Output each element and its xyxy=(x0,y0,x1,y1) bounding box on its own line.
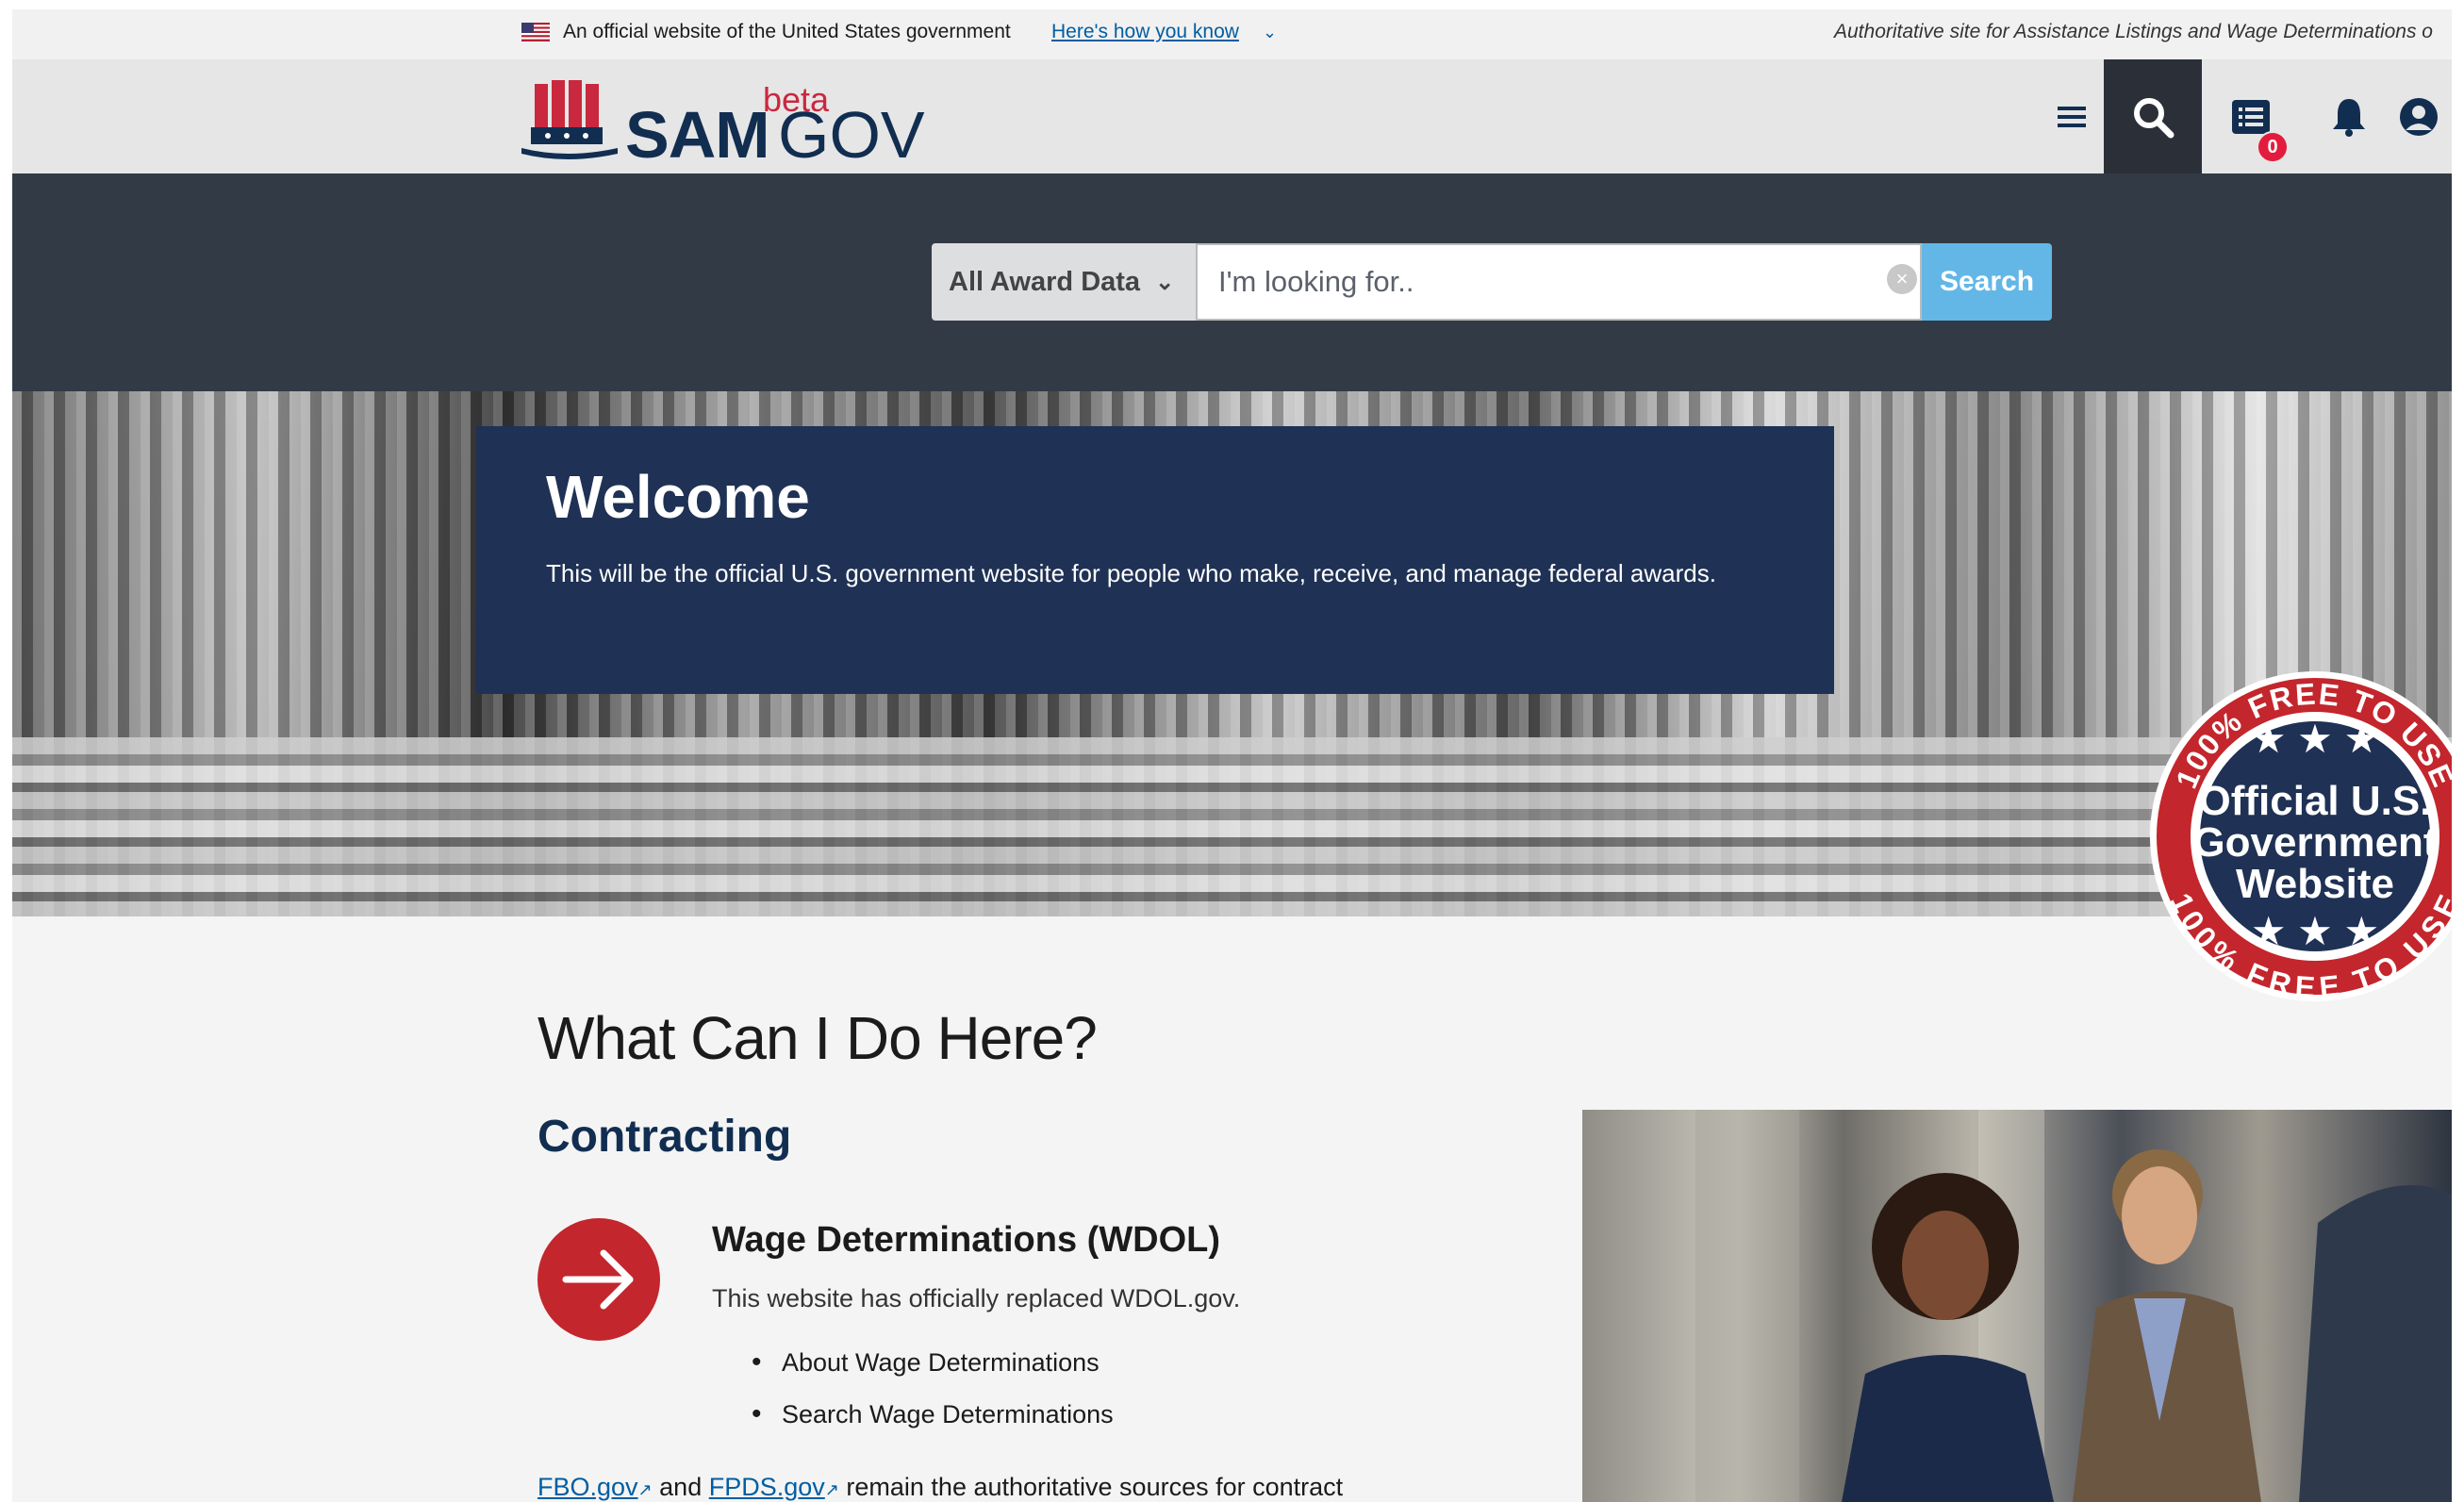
authoritative-site-text: Authoritative site for Assistance Listin… xyxy=(1834,21,2433,42)
gov-banner-text: An official website of the United States… xyxy=(563,21,1011,42)
uncle-sam-hat-icon xyxy=(521,80,618,159)
authoritative-sources-note: FBO.gov↗ and FPDS.gov↗ remain the author… xyxy=(537,1473,1343,1502)
footnote-connector: and xyxy=(659,1473,703,1501)
wdol-title: Wage Determinations (WDOL) xyxy=(712,1220,1221,1260)
seal-stars-bottom: ★ ★ ★ xyxy=(2251,909,2379,953)
external-link-icon: ↗ xyxy=(824,1480,839,1499)
seal-stars-top: ★ ★ ★ xyxy=(2251,717,2379,761)
site-header: SAM beta GOV 0 xyxy=(12,59,2452,173)
chevron-down-icon[interactable]: ⌄ xyxy=(1263,23,1277,42)
search-band: All Award Data ⌄ × Search xyxy=(12,173,2452,391)
notifications-button[interactable] xyxy=(2300,59,2398,173)
notification-count-badge: 0 xyxy=(2257,131,2289,163)
seal-line2: Government xyxy=(2192,819,2438,866)
heres-how-you-know-link[interactable]: Here's how you know xyxy=(1051,21,1239,43)
column-bases-image xyxy=(12,737,2452,916)
footnote-text: remain the authoritative sources for con… xyxy=(846,1473,1344,1501)
search-icon xyxy=(2134,97,2175,138)
welcome-text: This will be the official U.S. governmen… xyxy=(546,559,1716,587)
business-people-photo xyxy=(1582,1110,2452,1502)
us-flag-icon xyxy=(521,23,550,41)
user-icon xyxy=(2400,97,2438,136)
external-link-icon: ↗ xyxy=(637,1480,653,1499)
workspace-button[interactable]: 0 xyxy=(2202,59,2300,173)
chevron-down-icon: ⌄ xyxy=(1155,269,1175,295)
welcome-title: Welcome xyxy=(546,463,810,531)
page: An official website of the United States… xyxy=(12,9,2452,1502)
gov-banner: An official website of the United States… xyxy=(12,9,2452,59)
fbo-gov-link[interactable]: FBO.gov xyxy=(537,1473,638,1501)
welcome-box: Welcome This will be the official U.S. g… xyxy=(476,426,1834,694)
clear-search-icon[interactable]: × xyxy=(1887,264,1917,294)
search-domain-label: All Award Data xyxy=(949,266,1141,297)
search-wage-determinations-link[interactable]: Search Wage Determinations xyxy=(748,1398,1114,1452)
list-icon xyxy=(2232,99,2270,134)
arrow-right-icon[interactable] xyxy=(537,1218,660,1341)
sam-gov-logo[interactable]: SAM beta GOV xyxy=(521,80,925,172)
search-input[interactable] xyxy=(1196,243,1922,321)
seal-line1: Official U.S. xyxy=(2199,778,2432,824)
about-wage-determinations-link[interactable]: About Wage Determinations xyxy=(748,1346,1114,1400)
fpds-gov-link[interactable]: FPDS.gov xyxy=(709,1473,825,1501)
logo-sam-text: SAM xyxy=(625,98,770,172)
search-domain-select[interactable]: All Award Data ⌄ xyxy=(932,243,1196,321)
arrow-right-glyph xyxy=(562,1249,634,1310)
bell-icon xyxy=(2333,98,2365,137)
page-title: What Can I Do Here? xyxy=(537,1004,1098,1072)
user-account-button[interactable] xyxy=(2398,59,2452,173)
search-toggle-button[interactable] xyxy=(2104,59,2202,173)
search-button[interactable]: Search xyxy=(1922,243,2052,321)
hero-banner: Welcome This will be the official U.S. g… xyxy=(12,391,2452,916)
seal-line3: Website xyxy=(2236,861,2394,907)
logo-gov-text: GOV xyxy=(778,98,925,172)
contracting-heading: Contracting xyxy=(537,1112,792,1162)
official-government-seal-icon: 100% FREE TO USE 100% FREE TO USE ★ ★ ★ … xyxy=(2150,671,2452,1004)
photo-illustration xyxy=(1695,1110,2452,1502)
wdol-description: This website has officially replaced WDO… xyxy=(712,1284,1241,1312)
hamburger-menu-icon xyxy=(2058,106,2086,127)
wdol-links: About Wage Determinations Search Wage De… xyxy=(748,1346,1114,1452)
